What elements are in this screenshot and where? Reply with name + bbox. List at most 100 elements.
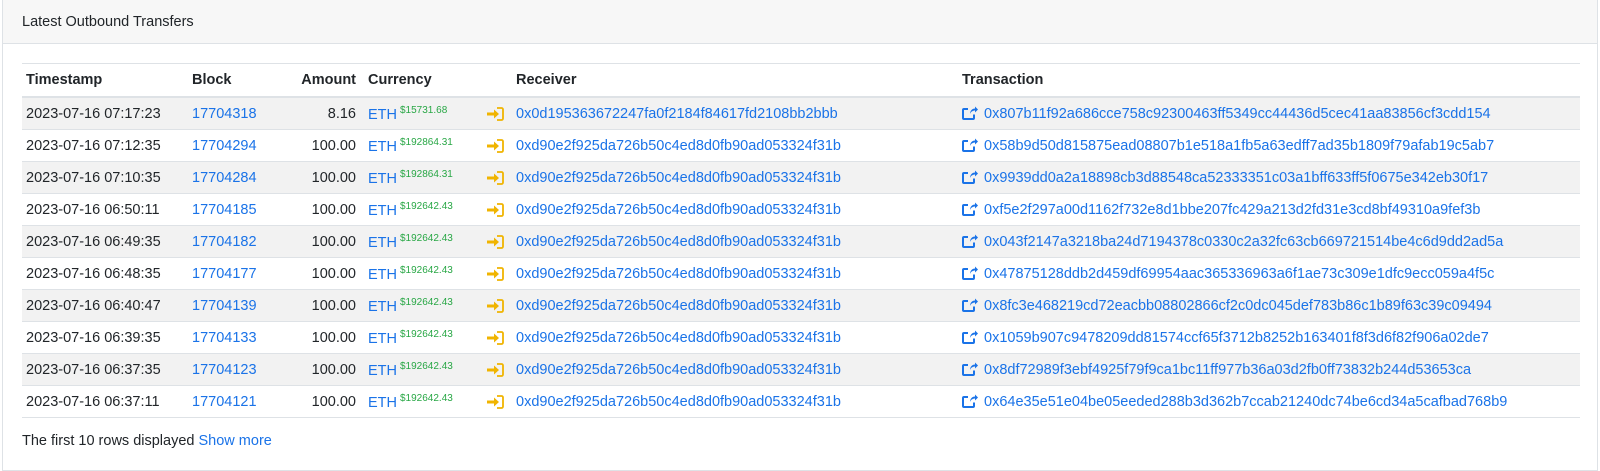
table-row: 2023-07-16 06:37:11 17704121 100.00 ETH $192… (22, 385, 1580, 418)
cell-direction (482, 385, 512, 418)
cell-currency: ETH $192642.43 (364, 225, 482, 258)
currency-link[interactable]: ETH (368, 235, 397, 251)
transaction-hash: 0x64e35e51e04be05eeded288b3d362b7ccab212… (984, 393, 1508, 410)
currency-link[interactable]: ETH (368, 171, 397, 187)
cell-receiver: 0xd90e2f925da726b50c4ed8d0fb90ad053324f3… (512, 225, 958, 258)
currency-link[interactable]: ETH (368, 267, 397, 283)
currency-link[interactable]: ETH (368, 203, 397, 219)
transaction-link[interactable]: 0x9939dd0a2a18898cb3d88548ca52333351c03a… (962, 170, 1488, 186)
external-link-icon (962, 202, 978, 216)
show-more-link[interactable]: Show more (199, 433, 272, 449)
cell-direction (482, 97, 512, 130)
cell-amount: 100.00 (282, 257, 364, 290)
transaction-link[interactable]: 0x58b9d50d815875ead08807b1e518a1fb5a63ed… (962, 138, 1494, 154)
usd-value: $192642.43 (400, 328, 453, 340)
cell-block: 17704133 (188, 321, 282, 354)
transaction-link[interactable]: 0xf5e2f297a00d1162f732e8d1bbe207fc429a21… (962, 202, 1480, 218)
table-row: 2023-07-16 06:39:35 17704133 100.00 ETH $192… (22, 321, 1580, 354)
currency-link[interactable]: ETH (368, 331, 397, 347)
cell-transaction: 0x47875128ddb2d459df69954aac365336963a6f… (958, 257, 1580, 290)
cell-block: 17704123 (188, 353, 282, 386)
transaction-link[interactable]: 0x64e35e51e04be05eeded288b3d362b7ccab212… (962, 394, 1507, 410)
table-row: 2023-07-16 07:12:35 17704294 100.00 ETH $192… (22, 129, 1580, 162)
cell-direction (482, 225, 512, 258)
transaction-link[interactable]: 0x807b11f92a686cce758c92300463ff5349cc44… (962, 106, 1491, 122)
usd-value: $192864.31 (400, 136, 453, 148)
cell-currency: ETH $15731.68 (364, 97, 482, 130)
currency-link[interactable]: ETH (368, 139, 397, 155)
external-link-icon (962, 170, 978, 184)
cell-currency: ETH $192642.43 (364, 289, 482, 322)
header-amount: Amount (282, 63, 364, 98)
sign-out-arrow-icon (486, 106, 504, 121)
transaction-hash: 0x8df72989f3ebf4925f79f9ca1bc11ff977b36a… (984, 361, 1472, 378)
currency-link[interactable]: ETH (368, 395, 397, 411)
transaction-hash: 0x9939dd0a2a18898cb3d88548ca52333351c03a… (984, 169, 1489, 186)
outbound-transfers-panel: Latest Outbound Transfers Timestamp Bloc… (2, 0, 1598, 471)
block-link[interactable]: 17704284 (192, 170, 257, 186)
usd-value: $192642.43 (400, 200, 453, 212)
cell-amount: 100.00 (282, 353, 364, 386)
table-row: 2023-07-16 06:49:35 17704182 100.00 ETH $192… (22, 225, 1580, 258)
transaction-link[interactable]: 0x8df72989f3ebf4925f79f9ca1bc11ff977b36a… (962, 362, 1471, 378)
receiver-link[interactable]: 0xd90e2f925da726b50c4ed8d0fb90ad053324f3… (516, 202, 841, 218)
cell-block: 17704185 (188, 193, 282, 226)
currency-link[interactable]: ETH (368, 299, 397, 315)
block-link[interactable]: 17704133 (192, 330, 257, 346)
cell-timestamp: 2023-07-16 06:37:35 (22, 353, 188, 386)
cell-transaction: 0x9939dd0a2a18898cb3d88548ca52333351c03a… (958, 161, 1580, 194)
header-timestamp: Timestamp (22, 63, 188, 98)
receiver-link[interactable]: 0xd90e2f925da726b50c4ed8d0fb90ad053324f3… (516, 394, 841, 410)
table-row: 2023-07-16 06:37:35 17704123 100.00 ETH $192… (22, 353, 1580, 386)
cell-amount: 100.00 (282, 225, 364, 258)
header-block: Block (188, 63, 282, 98)
cell-block: 17704284 (188, 161, 282, 194)
block-link[interactable]: 17704121 (192, 394, 257, 410)
cell-timestamp: 2023-07-16 06:39:35 (22, 321, 188, 354)
cell-timestamp: 2023-07-16 06:40:47 (22, 289, 188, 322)
receiver-link[interactable]: 0xd90e2f925da726b50c4ed8d0fb90ad053324f3… (516, 170, 841, 186)
cell-amount: 8.16 (282, 97, 364, 130)
cell-direction (482, 193, 512, 226)
block-link[interactable]: 17704185 (192, 202, 257, 218)
cell-block: 17704294 (188, 129, 282, 162)
receiver-link[interactable]: 0xd90e2f925da726b50c4ed8d0fb90ad053324f3… (516, 330, 841, 346)
cell-transaction: 0xf5e2f297a00d1162f732e8d1bbe207fc429a21… (958, 193, 1580, 226)
block-link[interactable]: 17704123 (192, 362, 257, 378)
transaction-link[interactable]: 0x043f2147a3218ba24d7194378c0330c2a32fc6… (962, 234, 1503, 250)
cell-timestamp: 2023-07-16 07:10:35 (22, 161, 188, 194)
sign-out-arrow-icon (486, 298, 504, 313)
cell-currency: ETH $192642.43 (364, 257, 482, 290)
cell-currency: ETH $192642.43 (364, 385, 482, 418)
transaction-hash: 0x043f2147a3218ba24d7194378c0330c2a32fc6… (984, 233, 1504, 250)
transaction-link[interactable]: 0x1059b907c9478209dd81574ccf65f3712b8252… (962, 330, 1489, 346)
cell-currency: ETH $192864.31 (364, 129, 482, 162)
receiver-link[interactable]: 0xd90e2f925da726b50c4ed8d0fb90ad053324f3… (516, 234, 841, 250)
transaction-hash: 0x807b11f92a686cce758c92300463ff5349cc44… (984, 105, 1491, 122)
cell-block: 17704318 (188, 97, 282, 130)
currency-link[interactable]: ETH (368, 363, 397, 379)
block-link[interactable]: 17704182 (192, 234, 257, 250)
receiver-link[interactable]: 0xd90e2f925da726b50c4ed8d0fb90ad053324f3… (516, 138, 841, 154)
cell-direction (482, 161, 512, 194)
external-link-icon (962, 362, 978, 376)
receiver-link[interactable]: 0xd90e2f925da726b50c4ed8d0fb90ad053324f3… (516, 362, 841, 378)
block-link[interactable]: 17704139 (192, 298, 257, 314)
table-row: 2023-07-16 06:50:11 17704185 100.00 ETH $192… (22, 193, 1580, 226)
receiver-link[interactable]: 0x0d195363672247fa0f2184f84617fd2108bb2b… (516, 106, 838, 122)
cell-amount: 100.00 (282, 193, 364, 226)
receiver-link[interactable]: 0xd90e2f925da726b50c4ed8d0fb90ad053324f3… (516, 266, 841, 282)
external-link-icon (962, 330, 978, 344)
block-link[interactable]: 17704177 (192, 266, 257, 282)
receiver-link[interactable]: 0xd90e2f925da726b50c4ed8d0fb90ad053324f3… (516, 298, 841, 314)
cell-amount: 100.00 (282, 289, 364, 322)
transaction-link[interactable]: 0x8fc3e468219cd72eacbb08802866cf2c0dc045… (962, 298, 1492, 314)
cell-timestamp: 2023-07-16 06:37:11 (22, 385, 188, 418)
cell-direction (482, 257, 512, 290)
usd-value: $192642.43 (400, 232, 453, 244)
transaction-link[interactable]: 0x47875128ddb2d459df69954aac365336963a6f… (962, 266, 1494, 282)
currency-link[interactable]: ETH (368, 107, 397, 123)
cell-receiver: 0xd90e2f925da726b50c4ed8d0fb90ad053324f3… (512, 129, 958, 162)
block-link[interactable]: 17704318 (192, 106, 257, 122)
block-link[interactable]: 17704294 (192, 138, 257, 154)
